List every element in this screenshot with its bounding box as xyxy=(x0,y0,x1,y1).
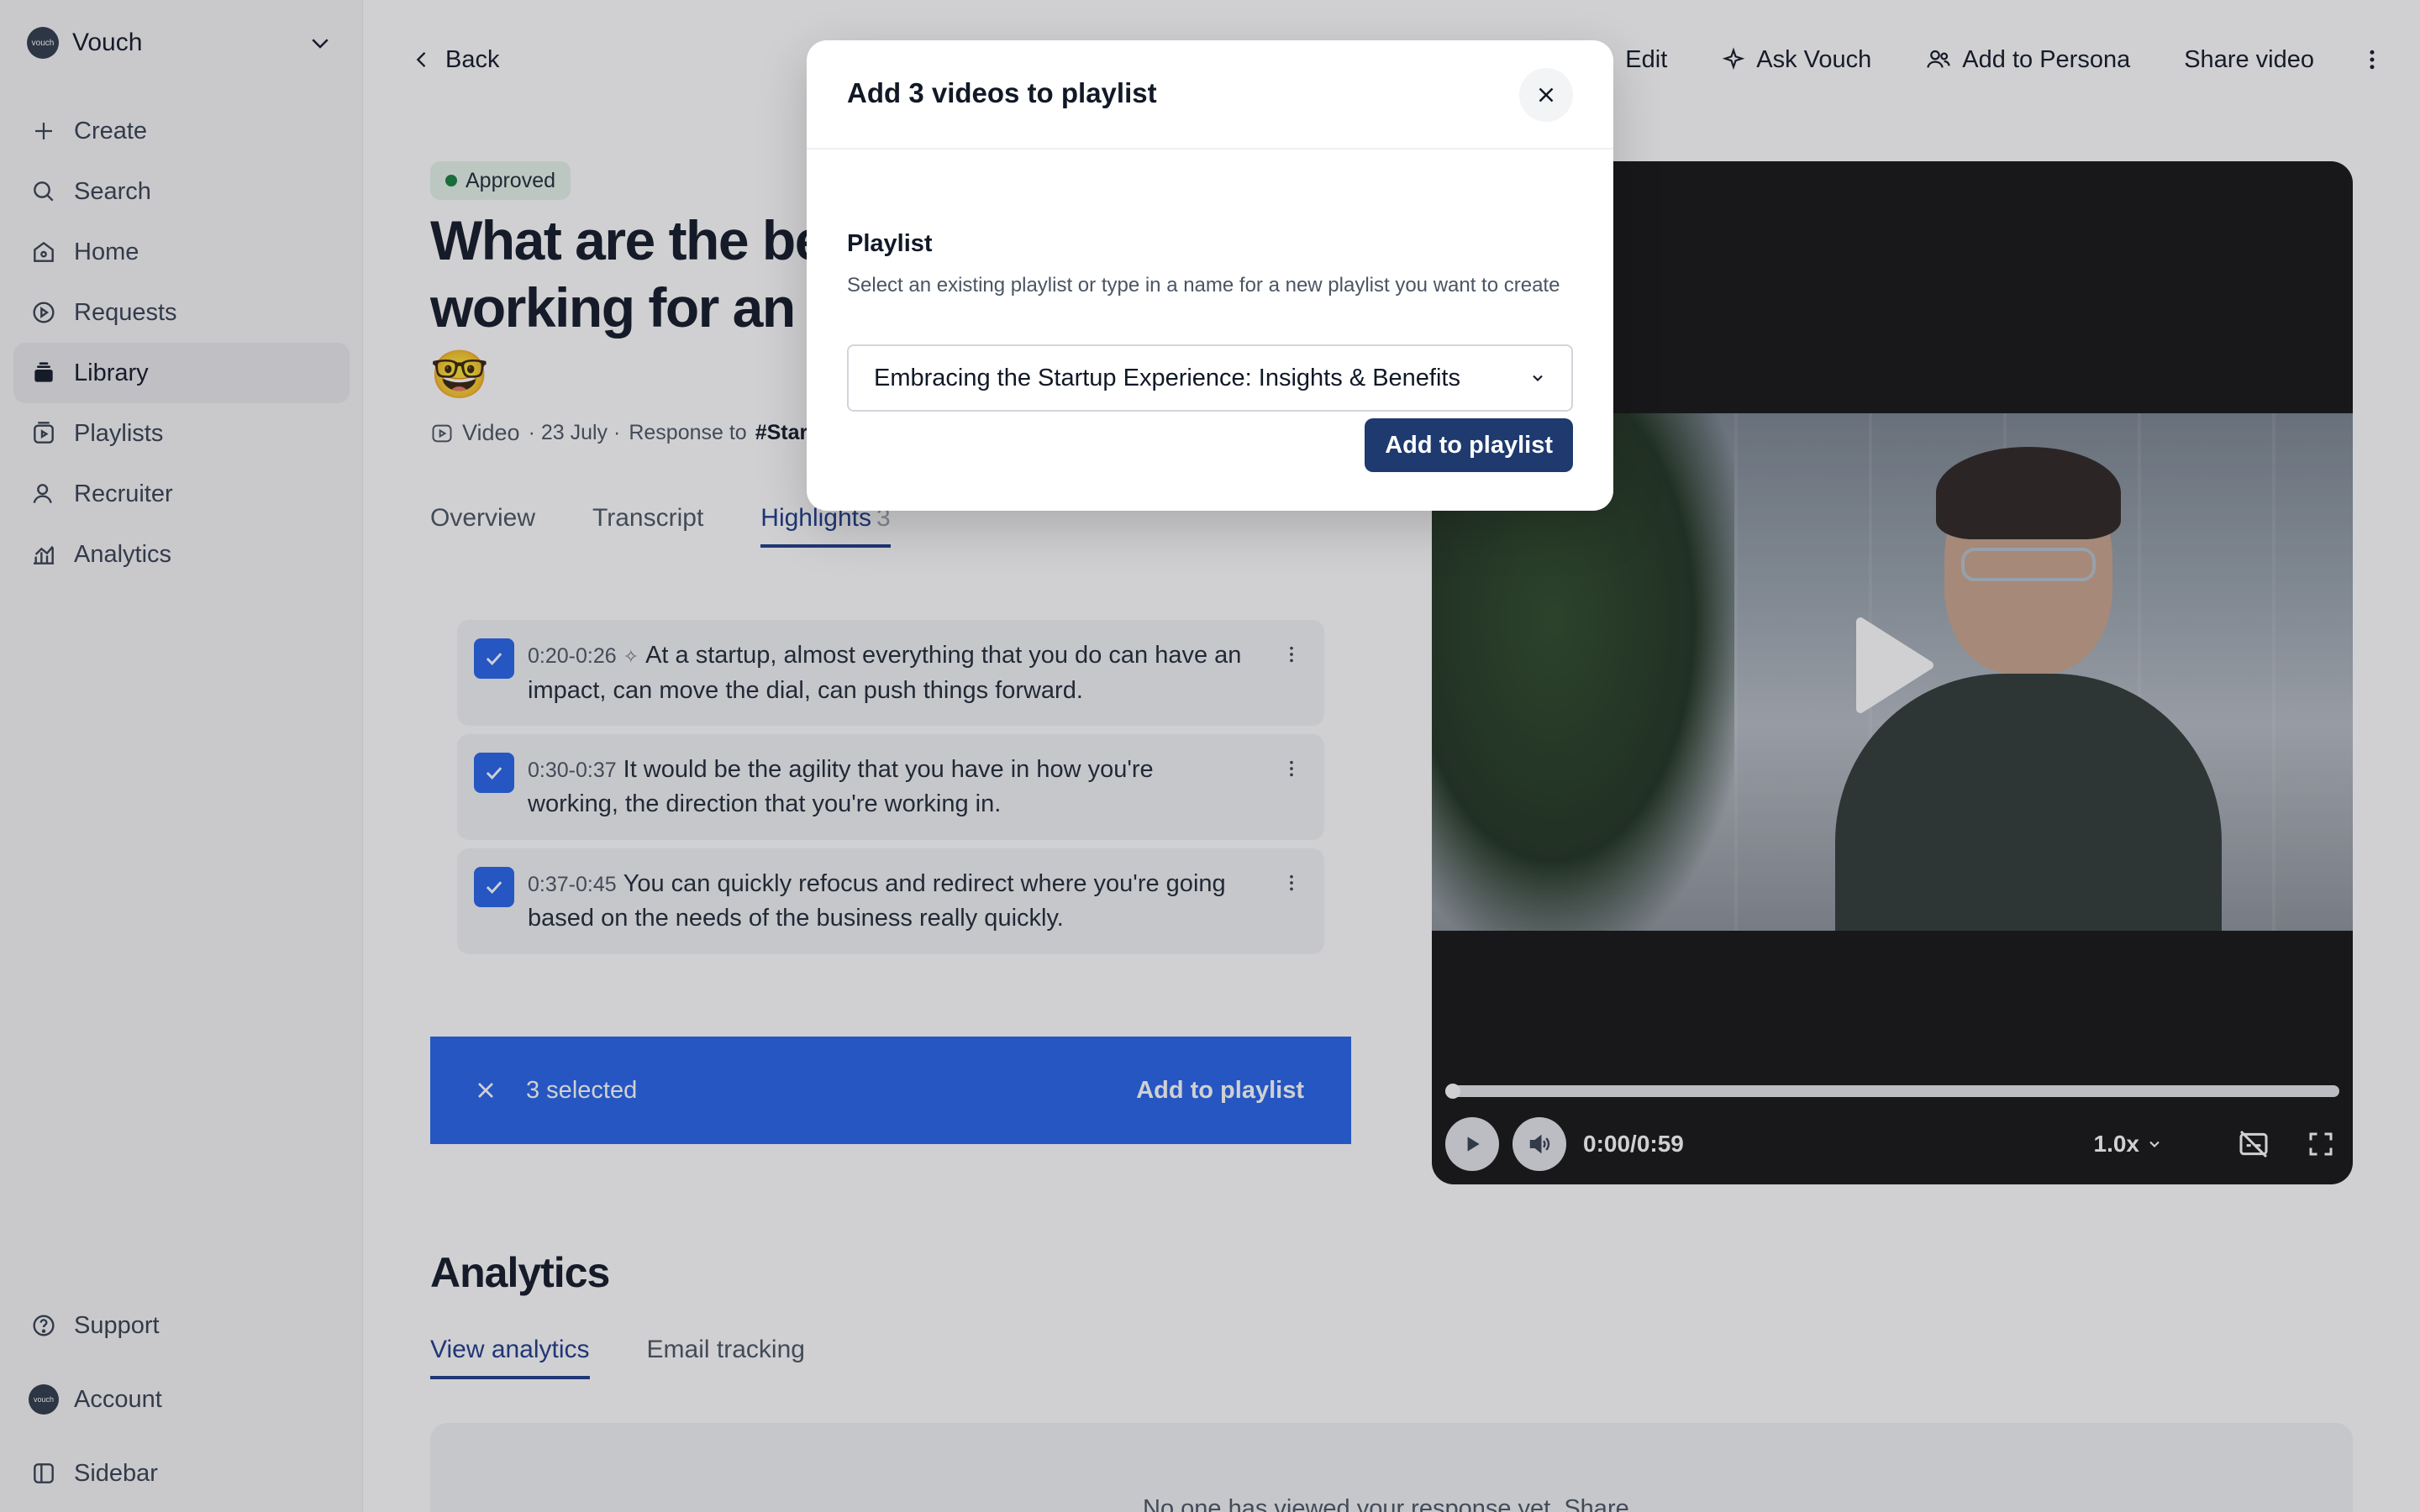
playlist-field-help: Select an existing playlist or type in a… xyxy=(847,274,1560,297)
playlist-field-label: Playlist xyxy=(847,230,933,257)
add-to-playlist-dialog: Add 3 videos to playlist Playlist Select… xyxy=(807,40,1613,511)
playlist-select-value: Embracing the Startup Experience: Insigh… xyxy=(874,364,1460,391)
chevron-down-icon xyxy=(1533,375,1543,381)
close-icon xyxy=(1539,87,1554,102)
playlist-select[interactable]: Embracing the Startup Experience: Insigh… xyxy=(847,344,1573,412)
add-to-playlist-button[interactable]: Add to playlist xyxy=(1365,418,1573,472)
close-button[interactable] xyxy=(1519,68,1573,122)
dialog-title: Add 3 videos to playlist xyxy=(847,77,1157,108)
dialog-header: Add 3 videos to playlist xyxy=(807,40,1613,150)
